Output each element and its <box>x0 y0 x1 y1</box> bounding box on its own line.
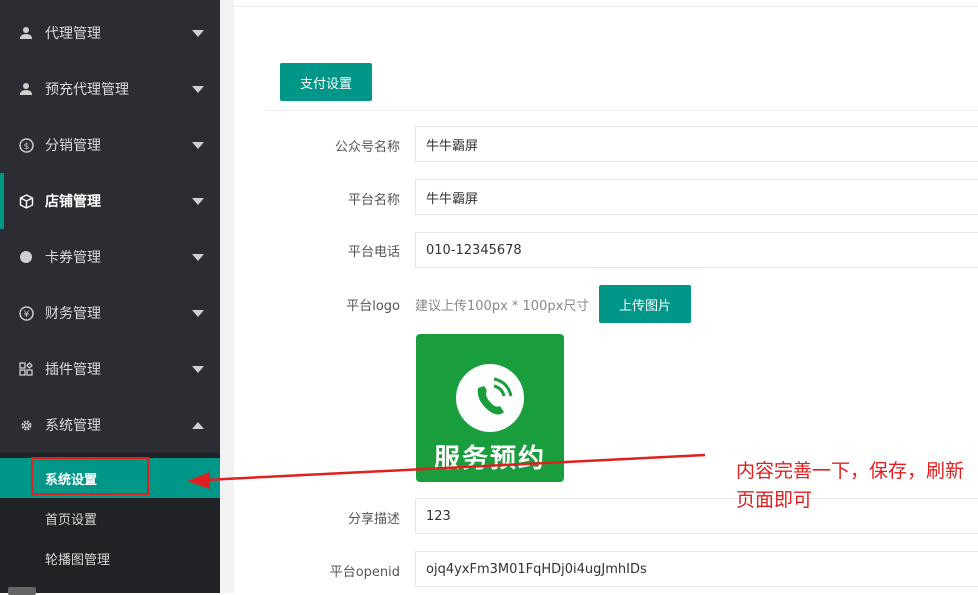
chevron-down-icon <box>192 141 204 149</box>
cube-icon <box>18 193 34 209</box>
sidebar-item-label: 分销管理 <box>45 138 101 154</box>
wechat-name-label: 公众号名称 <box>334 140 400 155</box>
chevron-down-icon <box>192 365 204 373</box>
platform-phone-label: 平台电话 <box>347 245 400 260</box>
sidebar: 代理管理 预充代理管理 $ 分销管理 店铺管理 卡券管理 ¥ 财务管理 插件管理… <box>0 0 220 595</box>
highlight-box <box>31 457 149 495</box>
platform-logo-label: 平台logo <box>346 299 400 314</box>
content-gutter <box>220 0 234 593</box>
sidebar-item-system[interactable]: 系统管理 <box>0 397 220 453</box>
chevron-down-icon <box>192 85 204 93</box>
svg-text:¥: ¥ <box>23 310 29 320</box>
user-icon <box>18 25 34 41</box>
chevron-down-icon <box>192 197 204 205</box>
sidebar-item-coupons[interactable]: 卡券管理 <box>0 229 220 285</box>
partial-icon <box>8 587 36 595</box>
sidebar-item-agent[interactable]: 代理管理 <box>0 5 220 61</box>
chevron-down-icon <box>192 253 204 261</box>
phone-icon <box>456 364 524 432</box>
sidebar-item-label: 代理管理 <box>45 26 101 42</box>
sidebar-item-label: 卡券管理 <box>45 250 101 266</box>
divider <box>234 6 978 7</box>
submenu-item-home-settings[interactable]: 首页设置 <box>0 498 220 538</box>
chevron-up-icon <box>192 421 204 429</box>
tab-divider <box>265 110 978 111</box>
yen-icon: ¥ <box>18 305 34 321</box>
circle-icon <box>18 249 34 265</box>
sidebar-item-prepaid-agent[interactable]: 预充代理管理 <box>0 61 220 117</box>
chevron-down-icon <box>192 29 204 37</box>
gear-icon <box>18 417 34 433</box>
platform-name-input[interactable]: 牛牛霸屏 <box>415 179 978 215</box>
sidebar-item-label: 店铺管理 <box>45 194 101 210</box>
chevron-down-icon <box>192 309 204 317</box>
apps-icon <box>18 361 34 377</box>
sidebar-item-plugins[interactable]: 插件管理 <box>0 341 220 397</box>
wechat-name-input[interactable]: 牛牛霸屏 <box>415 126 978 162</box>
sidebar-item-label: 系统管理 <box>45 418 101 434</box>
logo-text: 服务预约 <box>433 444 546 474</box>
sidebar-item-store[interactable]: 店铺管理 <box>0 173 220 229</box>
sidebar-item-finance[interactable]: ¥ 财务管理 <box>0 285 220 341</box>
sidebar-item-partial <box>0 585 220 595</box>
platform-phone-input[interactable]: 010-12345678 <box>415 232 978 268</box>
openid-label: 平台openid <box>329 565 400 580</box>
platform-name-label: 平台名称 <box>347 193 400 208</box>
annotation-text: 内容完善一下，保存，刷新页面即可 <box>736 460 965 511</box>
submenu-item-label: 首页设置 <box>45 512 98 528</box>
svg-text:$: $ <box>23 142 29 152</box>
logo-preview[interactable]: 服务预约 <box>416 334 564 482</box>
sidebar-item-label: 预充代理管理 <box>45 82 129 98</box>
sidebar-item-distribution[interactable]: $ 分销管理 <box>0 117 220 173</box>
submenu-item-carousel[interactable]: 轮播图管理 <box>0 538 220 578</box>
logo-size-hint: 建议上传100px * 100px尺寸 <box>415 299 590 314</box>
upload-image-button[interactable]: 上传图片 <box>599 285 691 323</box>
payment-settings-tab[interactable]: 支付设置 <box>280 63 372 101</box>
openid-input[interactable]: ojq4yxFm3M01FqHDj0i4ugJmhIDs <box>415 551 978 587</box>
sidebar-item-label: 财务管理 <box>45 306 101 322</box>
user-icon <box>18 81 34 97</box>
share-desc-label: 分享描述 <box>347 512 400 527</box>
sidebar-item-label: 插件管理 <box>45 362 101 378</box>
dollar-icon: $ <box>18 137 34 153</box>
submenu-item-label: 轮播图管理 <box>45 552 111 568</box>
